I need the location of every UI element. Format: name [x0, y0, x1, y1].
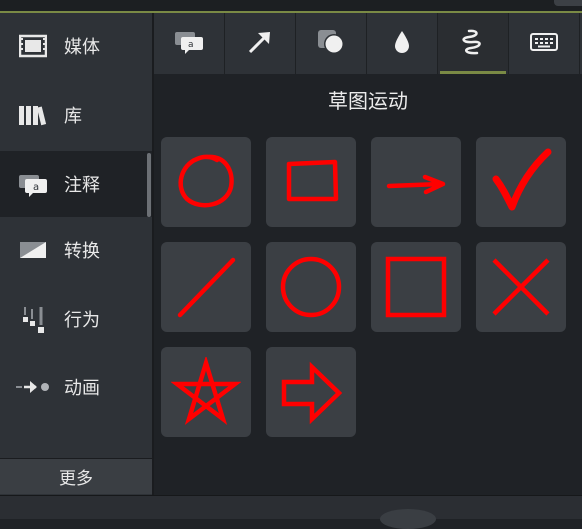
line-sketch-icon: [177, 257, 236, 318]
sidebar-item-label: 库: [64, 106, 82, 127]
circle-outline-icon: [280, 256, 342, 318]
sidebar-item-label: 媒体: [64, 37, 100, 58]
x-cross-icon: [492, 258, 550, 316]
annotation-type-tabs: a: [154, 13, 582, 74]
top-accent-line: [0, 0, 582, 13]
window-tab-edge: [554, 0, 582, 6]
sidebar-item-media[interactable]: 媒体: [0, 13, 152, 79]
bottom-bar: [0, 495, 582, 519]
animation-arrow-icon: [16, 370, 50, 404]
sidebar-item-label: 动画: [64, 378, 100, 399]
sidebar-item-transitions[interactable]: 转换: [0, 217, 152, 283]
sidebar-item-label: 行为: [64, 310, 100, 331]
tab-blur-highlight[interactable]: [367, 13, 438, 74]
circle-sketch-icon: [178, 154, 234, 208]
sketch-rectangle-tile[interactable]: [266, 137, 356, 227]
rectangle-sketch-icon: [286, 159, 339, 202]
annotations-panel: a 草图运动: [154, 13, 582, 495]
section-title: 草图运动: [154, 74, 582, 124]
tab-callouts[interactable]: a: [154, 13, 225, 74]
more-button[interactable]: 更多: [0, 458, 152, 494]
behavior-icon: [16, 302, 50, 336]
sidebar-item-behaviors[interactable]: 行为: [0, 286, 152, 352]
tab-arrows-lines[interactable]: [225, 13, 296, 74]
sidebar-item-label: 转换: [64, 241, 100, 262]
star-tile[interactable]: [161, 347, 251, 437]
sidebar-scrollbar[interactable]: [147, 153, 151, 217]
callout-icon: a: [174, 30, 204, 58]
arrow-sketch-icon: [386, 174, 446, 195]
blur-drop-icon: [393, 30, 411, 58]
block-arrow-tile[interactable]: [266, 347, 356, 437]
library-books-icon: [16, 98, 50, 132]
circle-outline-tile[interactable]: [266, 242, 356, 332]
shapes-icon: [317, 29, 345, 59]
keyboard-icon: [530, 32, 558, 55]
sidebar-item-annotations[interactable]: a 注释: [0, 151, 152, 217]
arrow-line-icon: [247, 29, 273, 59]
sketch-motion-grid: [154, 124, 582, 495]
square-outline-icon: [385, 256, 447, 318]
sketch-line-tile[interactable]: [161, 242, 251, 332]
svg-text:a: a: [188, 40, 194, 50]
bottom-handle[interactable]: [380, 509, 436, 529]
sketch-checkmark-tile[interactable]: [476, 137, 566, 227]
sketch-arrow-tile[interactable]: [371, 137, 461, 227]
square-outline-tile[interactable]: [371, 242, 461, 332]
sketch-circle-tile[interactable]: [161, 137, 251, 227]
star-icon: [171, 357, 241, 426]
x-cross-tile[interactable]: [476, 242, 566, 332]
annotation-callout-icon: a: [16, 167, 50, 201]
sidebar-item-animations[interactable]: 动画: [0, 354, 152, 420]
tab-sketch-motion[interactable]: [438, 13, 509, 74]
tab-keystrokes[interactable]: [509, 13, 580, 74]
transition-icon: [16, 233, 50, 267]
checkmark-sketch-icon: [492, 148, 552, 211]
sketch-motion-icon: [461, 28, 485, 60]
sidebar-item-library[interactable]: 库: [0, 82, 152, 148]
film-icon: [16, 29, 50, 63]
sidebar-item-label: 注释: [64, 175, 100, 196]
svg-text:a: a: [33, 182, 39, 193]
sidebar: 媒体 库 a 注释 转换 行为 动画 更多: [0, 13, 154, 495]
tab-shapes[interactable]: [296, 13, 367, 74]
block-arrow-icon: [281, 361, 343, 425]
